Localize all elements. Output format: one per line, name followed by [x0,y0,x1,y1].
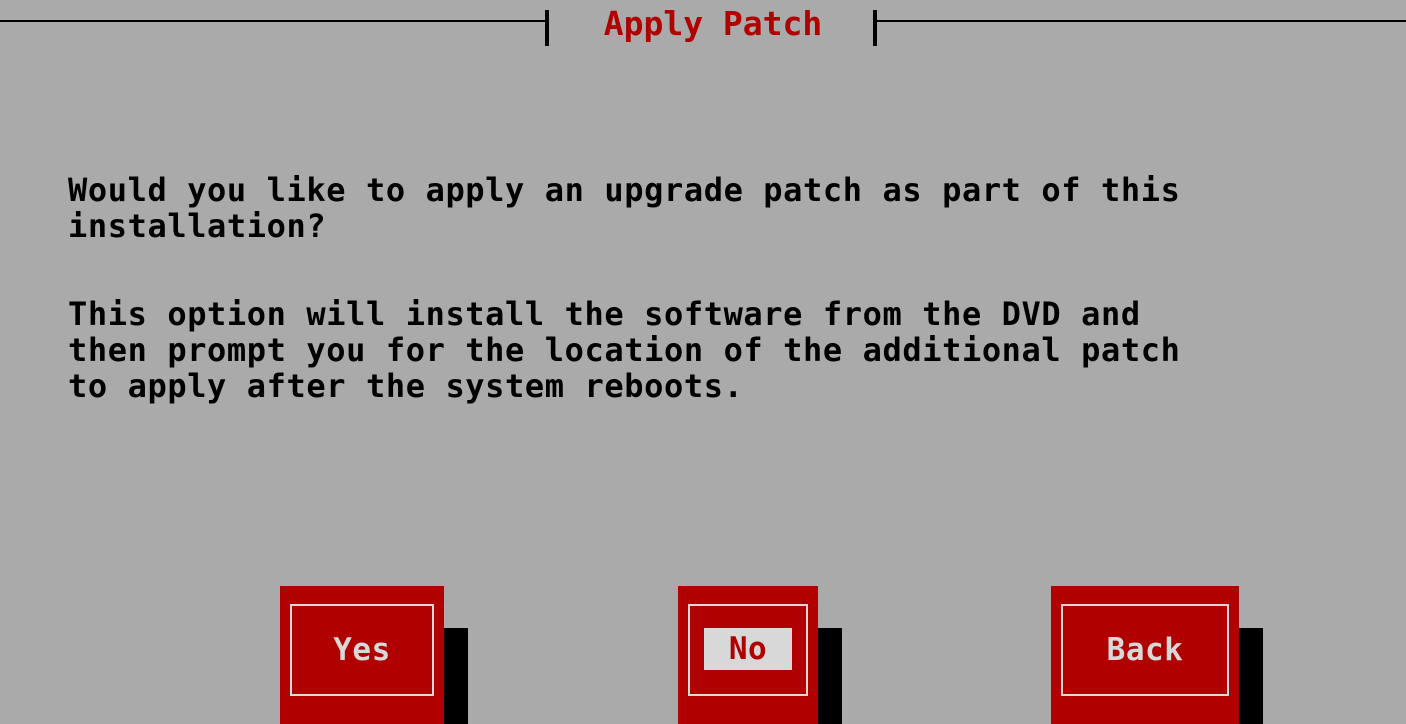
title-bracket-left [545,10,549,46]
no-button-label: No [728,631,768,667]
back-button[interactable]: Back [1051,586,1239,724]
no-button-border: No [688,604,808,696]
question-text: Would you like to apply an upgrade patch… [68,171,1181,245]
yes-button[interactable]: Yes [280,586,444,724]
back-button-border: Back [1061,604,1229,696]
description-text: This option will install the software fr… [68,295,1181,405]
yes-button-label: Yes [333,632,391,668]
dialog-title: Apply Patch [583,4,843,43]
title-rule-left [0,20,545,22]
no-button-focus-highlight: No [704,628,792,670]
no-button[interactable]: No [678,586,818,724]
back-button-label: Back [1106,632,1184,668]
title-rule-right [877,20,1406,22]
yes-button-border: Yes [290,604,434,696]
title-bracket-right [873,10,877,46]
